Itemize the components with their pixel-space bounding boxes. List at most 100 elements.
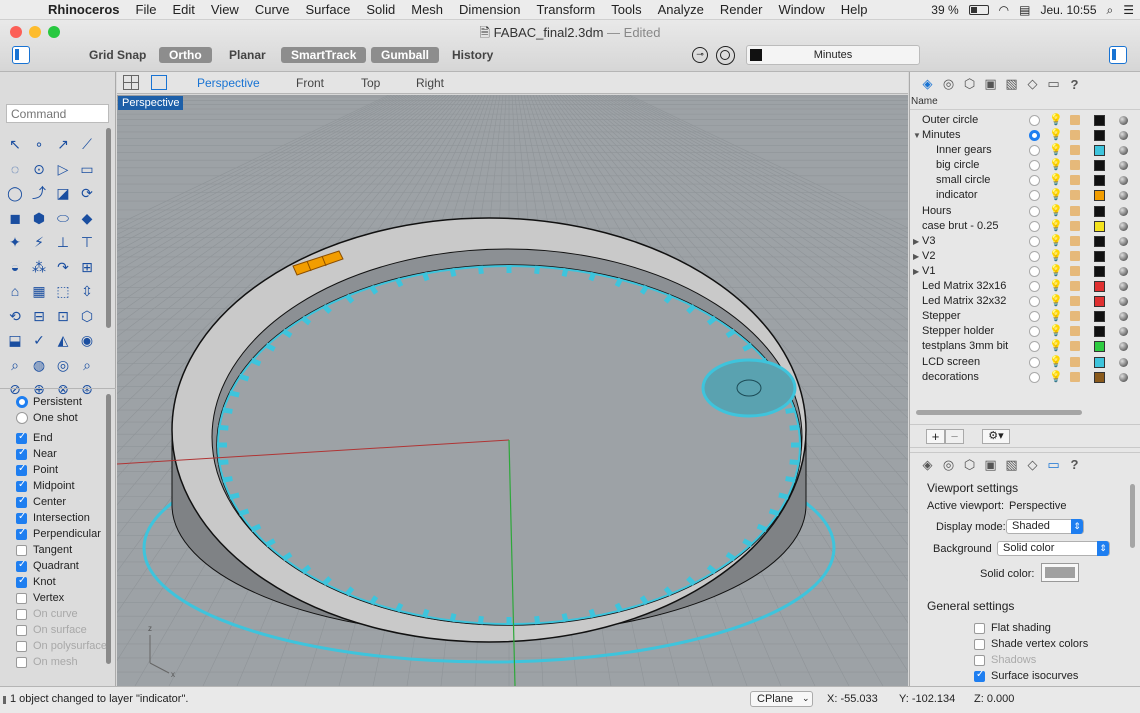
layer-name[interactable]: V2: [922, 249, 935, 264]
visibility-bulb-icon[interactable]: 💡: [1049, 279, 1063, 294]
layer-row[interactable]: Stepper 💡: [910, 309, 1140, 324]
material-sphere-icon[interactable]: [1119, 282, 1128, 292]
layer-row[interactable]: Hours 💡: [910, 204, 1140, 219]
current-layer-radio[interactable]: [1029, 265, 1040, 277]
layer-row[interactable]: Led Matrix 32x16 💡: [910, 279, 1140, 294]
layer-options-gear-icon[interactable]: ⚙▾: [982, 429, 1010, 444]
visibility-bulb-icon[interactable]: 💡: [1049, 219, 1063, 234]
layer-color-swatch[interactable]: [1094, 296, 1105, 308]
matrix-tool-icon[interactable]: ▦: [27, 279, 51, 304]
checkbox[interactable]: [16, 575, 27, 588]
menu-transform[interactable]: Transform: [528, 2, 603, 17]
zoom-extents-tool-icon[interactable]: ⌕: [75, 353, 99, 378]
menu-list-icon[interactable]: ☰: [1123, 3, 1134, 17]
background-select[interactable]: Solid color: [997, 541, 1110, 556]
layer-row[interactable]: case brut - 0.25 💡: [910, 219, 1140, 234]
material-sphere-icon[interactable]: [1119, 221, 1128, 231]
tab-top[interactable]: Top: [361, 76, 380, 90]
layer-color-swatch[interactable]: [1094, 235, 1105, 247]
material-sphere-icon[interactable]: [1119, 161, 1128, 171]
tab-front[interactable]: Front: [296, 76, 324, 90]
lock-icon[interactable]: [1070, 190, 1080, 201]
lock-icon[interactable]: [1070, 281, 1080, 292]
osnap-tangent[interactable]: Tangent: [16, 542, 108, 558]
current-layer-radio[interactable]: [1029, 311, 1040, 323]
revolve-tool-icon[interactable]: ⟳: [75, 181, 99, 206]
camera-icon[interactable]: ▣: [983, 76, 998, 92]
osnap-mode-one-shot[interactable]: One shot: [16, 410, 108, 426]
visibility-bulb-icon[interactable]: 💡: [1049, 113, 1063, 128]
checkbox[interactable]: [16, 544, 27, 556]
settings-scrollbar[interactable]: [1130, 484, 1135, 548]
properties-icon[interactable]: ◎: [941, 457, 956, 473]
option-surface-isocurves[interactable]: Surface isocurves: [974, 668, 1078, 684]
extrude-tool-icon[interactable]: ◆: [75, 206, 99, 231]
visibility-bulb-icon[interactable]: 💡: [1049, 294, 1063, 309]
lock-icon[interactable]: [1070, 250, 1080, 261]
current-layer-radio[interactable]: [1029, 160, 1040, 172]
material-sphere-icon[interactable]: [1119, 327, 1128, 337]
add-layer-button[interactable]: +: [926, 429, 945, 444]
surface-tool-icon[interactable]: ◪: [51, 181, 75, 206]
layer-color-swatch[interactable]: [1094, 175, 1105, 187]
trim-tool-icon[interactable]: ⊤: [75, 230, 99, 255]
point-tool-icon[interactable]: ∘: [27, 132, 51, 157]
history-toggle[interactable]: History: [452, 48, 493, 62]
visibility-bulb-icon[interactable]: 💡: [1049, 370, 1063, 385]
layer-row[interactable]: Stepper holder 💡: [910, 324, 1140, 339]
grid-snap-toggle[interactable]: Grid Snap: [89, 48, 146, 62]
layer-name[interactable]: small circle: [936, 173, 990, 188]
layer-color-swatch[interactable]: [1094, 371, 1105, 383]
light-icon[interactable]: ◇: [1025, 76, 1040, 92]
layer-name[interactable]: Inner gears: [936, 143, 992, 158]
boolean-tool-icon[interactable]: ✦: [3, 230, 27, 255]
properties-icon[interactable]: ◎: [941, 76, 956, 92]
toggle-sidebar-right-icon[interactable]: [1109, 46, 1127, 64]
material-sphere-icon[interactable]: [1119, 236, 1128, 246]
rotate-tool-icon[interactable]: ↷: [51, 255, 75, 280]
layer-name[interactable]: Stepper: [922, 309, 961, 324]
ellipse-tool-icon[interactable]: ⊙: [27, 157, 51, 182]
clock[interactable]: Jeu. 10:55: [1040, 3, 1096, 17]
layer-color-swatch[interactable]: [1094, 311, 1105, 323]
visibility-bulb-icon[interactable]: 💡: [1049, 173, 1063, 188]
lock-icon[interactable]: [1070, 175, 1080, 186]
checkbox[interactable]: [16, 463, 27, 476]
visibility-bulb-icon[interactable]: 💡: [1049, 264, 1063, 279]
osnap-scrollbar[interactable]: [106, 394, 111, 664]
layer-name[interactable]: LCD screen: [922, 355, 980, 370]
layer-row[interactable]: testplans 3mm bit 💡: [910, 339, 1140, 354]
checkbox[interactable]: [16, 495, 27, 508]
layer-color-swatch[interactable]: [1094, 326, 1105, 338]
material-sphere-icon[interactable]: [1119, 251, 1128, 261]
command-input[interactable]: [6, 104, 109, 123]
camera-icon[interactable]: ▣: [983, 457, 998, 473]
checkbox[interactable]: [16, 592, 27, 604]
gumball-toggle[interactable]: Gumball: [371, 47, 440, 63]
layer-color-swatch[interactable]: [1094, 356, 1105, 368]
layer-row[interactable]: big circle 💡: [910, 158, 1140, 173]
light-icon[interactable]: ◇: [1025, 457, 1040, 473]
layer-name[interactable]: V1: [922, 264, 935, 279]
layer-name[interactable]: case brut - 0.25: [922, 219, 998, 234]
menu-render[interactable]: Render: [712, 2, 771, 17]
help-icon[interactable]: ?: [1067, 457, 1082, 472]
visibility-bulb-icon[interactable]: 💡: [1049, 234, 1063, 249]
material-sphere-icon[interactable]: [1119, 372, 1128, 382]
checkbox[interactable]: [16, 559, 27, 572]
layer-name[interactable]: testplans 3mm bit: [922, 339, 1008, 354]
lock-icon[interactable]: [1070, 326, 1080, 337]
menu-solid[interactable]: Solid: [358, 2, 403, 17]
current-layer-field[interactable]: Minutes: [746, 45, 920, 65]
display-icon[interactable]: ▭: [1046, 457, 1061, 473]
current-layer-radio[interactable]: [1029, 175, 1040, 187]
visibility-bulb-icon[interactable]: 💡: [1049, 324, 1063, 339]
split-tool-icon[interactable]: ⊟: [27, 304, 51, 329]
osnap-midpoint[interactable]: Midpoint: [16, 478, 108, 494]
sphere-tool-icon[interactable]: ◯: [3, 181, 27, 206]
move-tool-icon[interactable]: ⇳: [75, 279, 99, 304]
material-sphere-icon[interactable]: [1119, 312, 1128, 322]
lock-icon[interactable]: [1070, 265, 1080, 276]
circle-tool-icon[interactable]: ◌: [3, 157, 27, 182]
current-layer-radio[interactable]: [1029, 205, 1040, 217]
